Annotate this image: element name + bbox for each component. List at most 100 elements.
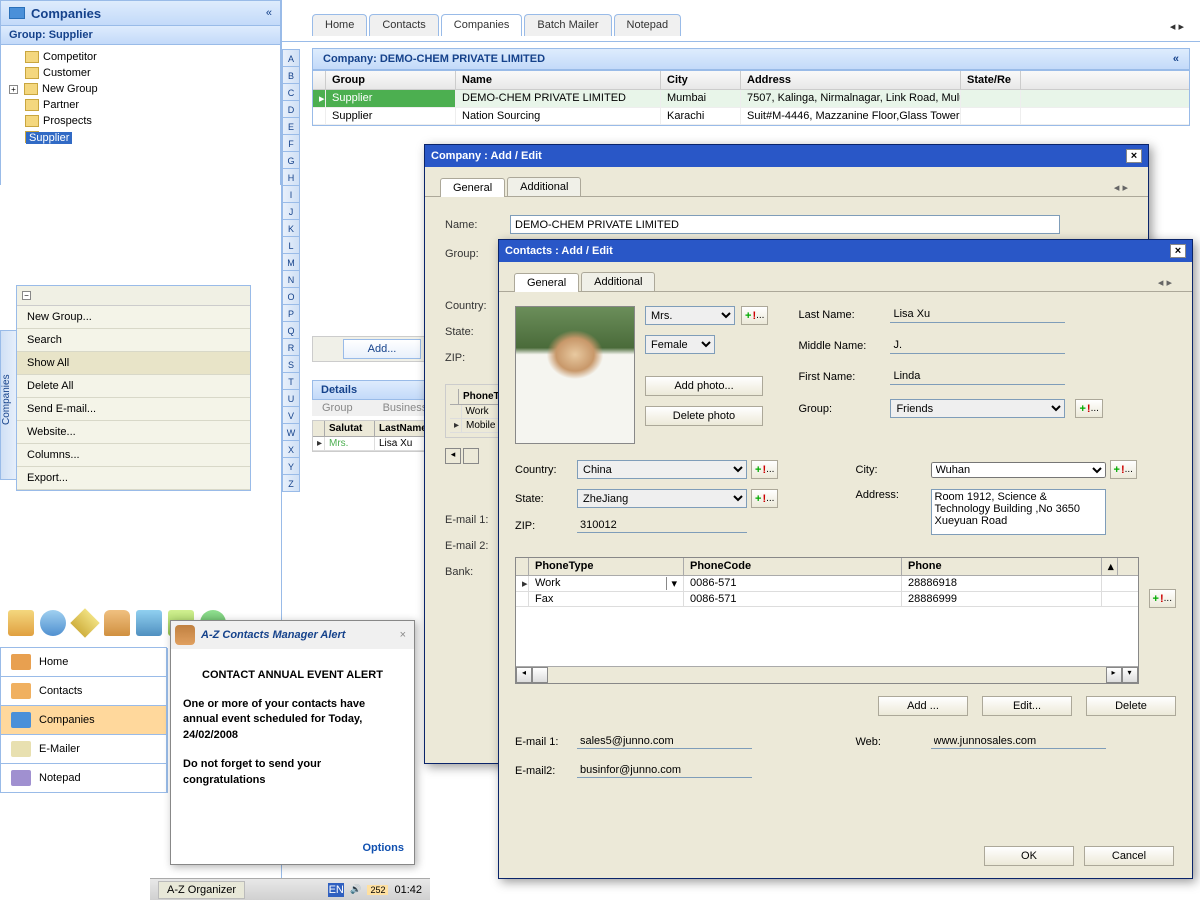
scroll-right-icon[interactable]: ▸: [1106, 667, 1122, 683]
tab-nav-arrows[interactable]: ◂ ▸: [1170, 20, 1184, 33]
scroll-up-icon[interactable]: ▴: [1102, 558, 1118, 575]
nav-home[interactable]: Home: [0, 647, 167, 677]
home-icon[interactable]: [8, 610, 34, 636]
az-letter[interactable]: R: [282, 338, 300, 356]
action-columns[interactable]: Columns...: [17, 444, 250, 467]
az-letter[interactable]: L: [282, 236, 300, 254]
chevron-down-icon[interactable]: ▾: [666, 577, 677, 590]
add-button[interactable]: Add...: [343, 339, 422, 359]
tab-batch-mailer[interactable]: Batch Mailer: [524, 14, 611, 36]
action-show-all[interactable]: Show All: [17, 352, 250, 375]
tree-item-customer[interactable]: Customer: [5, 65, 276, 81]
nav-emailer[interactable]: E-Mailer: [0, 734, 167, 764]
col-name[interactable]: Name: [456, 71, 661, 89]
salutation-select[interactable]: Mrs.: [645, 306, 735, 325]
az-letter[interactable]: U: [282, 389, 300, 407]
scroll-track[interactable]: [532, 667, 548, 683]
col-address[interactable]: Address: [741, 71, 961, 89]
az-letter[interactable]: W: [282, 423, 300, 441]
taskbar-app[interactable]: A-Z Organizer: [158, 881, 245, 899]
collapse-icon[interactable]: −: [22, 291, 31, 300]
tab-additional[interactable]: Additional: [507, 177, 581, 196]
az-letter[interactable]: J: [282, 202, 300, 220]
az-letter[interactable]: Y: [282, 457, 300, 475]
nav-notepad[interactable]: Notepad: [0, 763, 167, 793]
dialog-titlebar[interactable]: Contacts : Add / Edit ×: [499, 240, 1192, 262]
action-send-email[interactable]: Send E-mail...: [17, 398, 250, 421]
tab-companies[interactable]: Companies: [441, 14, 523, 36]
expand-icon[interactable]: +: [9, 85, 18, 94]
first-name-input[interactable]: [890, 368, 1065, 385]
az-letter[interactable]: P: [282, 304, 300, 322]
az-letter[interactable]: S: [282, 355, 300, 373]
email2-input[interactable]: [577, 763, 752, 778]
phone-row[interactable]: ▸ Work▾ 0086-571 28886918: [516, 576, 1138, 592]
az-letter[interactable]: M: [282, 253, 300, 271]
tab-home[interactable]: Home: [312, 14, 367, 36]
add-state-button[interactable]: +! ...: [751, 489, 778, 508]
az-letter[interactable]: D: [282, 100, 300, 118]
az-letter[interactable]: Z: [282, 474, 300, 492]
scroll-down-icon[interactable]: ▾: [1122, 667, 1138, 683]
phone-delete-button[interactable]: Delete: [1086, 696, 1176, 716]
collapse-icon[interactable]: «: [266, 7, 272, 19]
action-new-group[interactable]: New Group...: [17, 306, 250, 329]
group-select[interactable]: Friends: [890, 399, 1065, 418]
action-search[interactable]: Search: [17, 329, 250, 352]
az-letter[interactable]: T: [282, 372, 300, 390]
tab-general[interactable]: General: [440, 178, 505, 197]
az-letter[interactable]: N: [282, 270, 300, 288]
tab-general[interactable]: General: [514, 273, 579, 292]
az-letter[interactable]: X: [282, 440, 300, 458]
country-select[interactable]: China: [577, 460, 747, 479]
web-input[interactable]: [931, 734, 1106, 749]
phone-edit-button[interactable]: Edit...: [982, 696, 1072, 716]
add-photo-button[interactable]: Add photo...: [645, 376, 763, 396]
envelope-icon[interactable]: [70, 608, 99, 637]
az-letter[interactable]: V: [282, 406, 300, 424]
az-letter[interactable]: G: [282, 151, 300, 169]
cancel-button[interactable]: Cancel: [1084, 846, 1174, 866]
az-letter[interactable]: A: [282, 49, 300, 67]
calendar-icon[interactable]: [136, 610, 162, 636]
az-letter[interactable]: K: [282, 219, 300, 237]
people-icon[interactable]: [104, 610, 130, 636]
scroll-right-icon[interactable]: [463, 448, 479, 464]
az-letter[interactable]: H: [282, 168, 300, 186]
middle-name-input[interactable]: [890, 337, 1065, 354]
az-letter[interactable]: I: [282, 185, 300, 203]
grid-row[interactable]: Supplier Nation Sourcing Karachi Suit#M-…: [313, 108, 1189, 125]
action-website[interactable]: Website...: [17, 421, 250, 444]
scroll-left-icon[interactable]: ◂: [445, 448, 461, 464]
last-name-input[interactable]: [890, 306, 1065, 323]
az-letter[interactable]: Q: [282, 321, 300, 339]
tree-item-competitor[interactable]: Competitor: [5, 49, 276, 65]
tab-contacts[interactable]: Contacts: [369, 14, 438, 36]
email1-input[interactable]: [577, 734, 752, 749]
ok-button[interactable]: OK: [984, 846, 1074, 866]
tree-item-supplier[interactable]: Supplier: [5, 129, 276, 145]
company-name-input[interactable]: [510, 215, 1060, 234]
address-input[interactable]: Room 1912, Science & Technology Building…: [931, 489, 1106, 535]
col-city[interactable]: City: [661, 71, 741, 89]
tab-nav-arrows[interactable]: ◂ ▸: [1114, 181, 1128, 194]
col-state[interactable]: State/Re: [961, 71, 1021, 89]
col-group[interactable]: Group: [326, 71, 456, 89]
tab-notepad[interactable]: Notepad: [614, 14, 682, 36]
action-delete-all[interactable]: Delete All: [17, 375, 250, 398]
nav-companies[interactable]: Companies: [0, 705, 167, 735]
tree-item-prospects[interactable]: Prospects: [5, 113, 276, 129]
grid-row[interactable]: ▸ Supplier DEMO-CHEM PRIVATE LIMITED Mum…: [313, 90, 1189, 108]
phone-add-button[interactable]: Add ...: [878, 696, 968, 716]
add-phonetype-button[interactable]: +! ...: [1149, 589, 1176, 608]
add-salutation-button[interactable]: +! ...: [741, 306, 768, 325]
nav-contacts[interactable]: Contacts: [0, 676, 167, 706]
az-letter[interactable]: C: [282, 83, 300, 101]
col-phonetype[interactable]: PhoneType: [529, 558, 684, 575]
tab-nav-arrows[interactable]: ◂ ▸: [1158, 276, 1172, 289]
az-letter[interactable]: E: [282, 117, 300, 135]
state-select[interactable]: ZheJiang: [577, 489, 747, 508]
az-letter[interactable]: F: [282, 134, 300, 152]
add-group-button[interactable]: +! ...: [1075, 399, 1102, 418]
action-export[interactable]: Export...: [17, 467, 250, 490]
